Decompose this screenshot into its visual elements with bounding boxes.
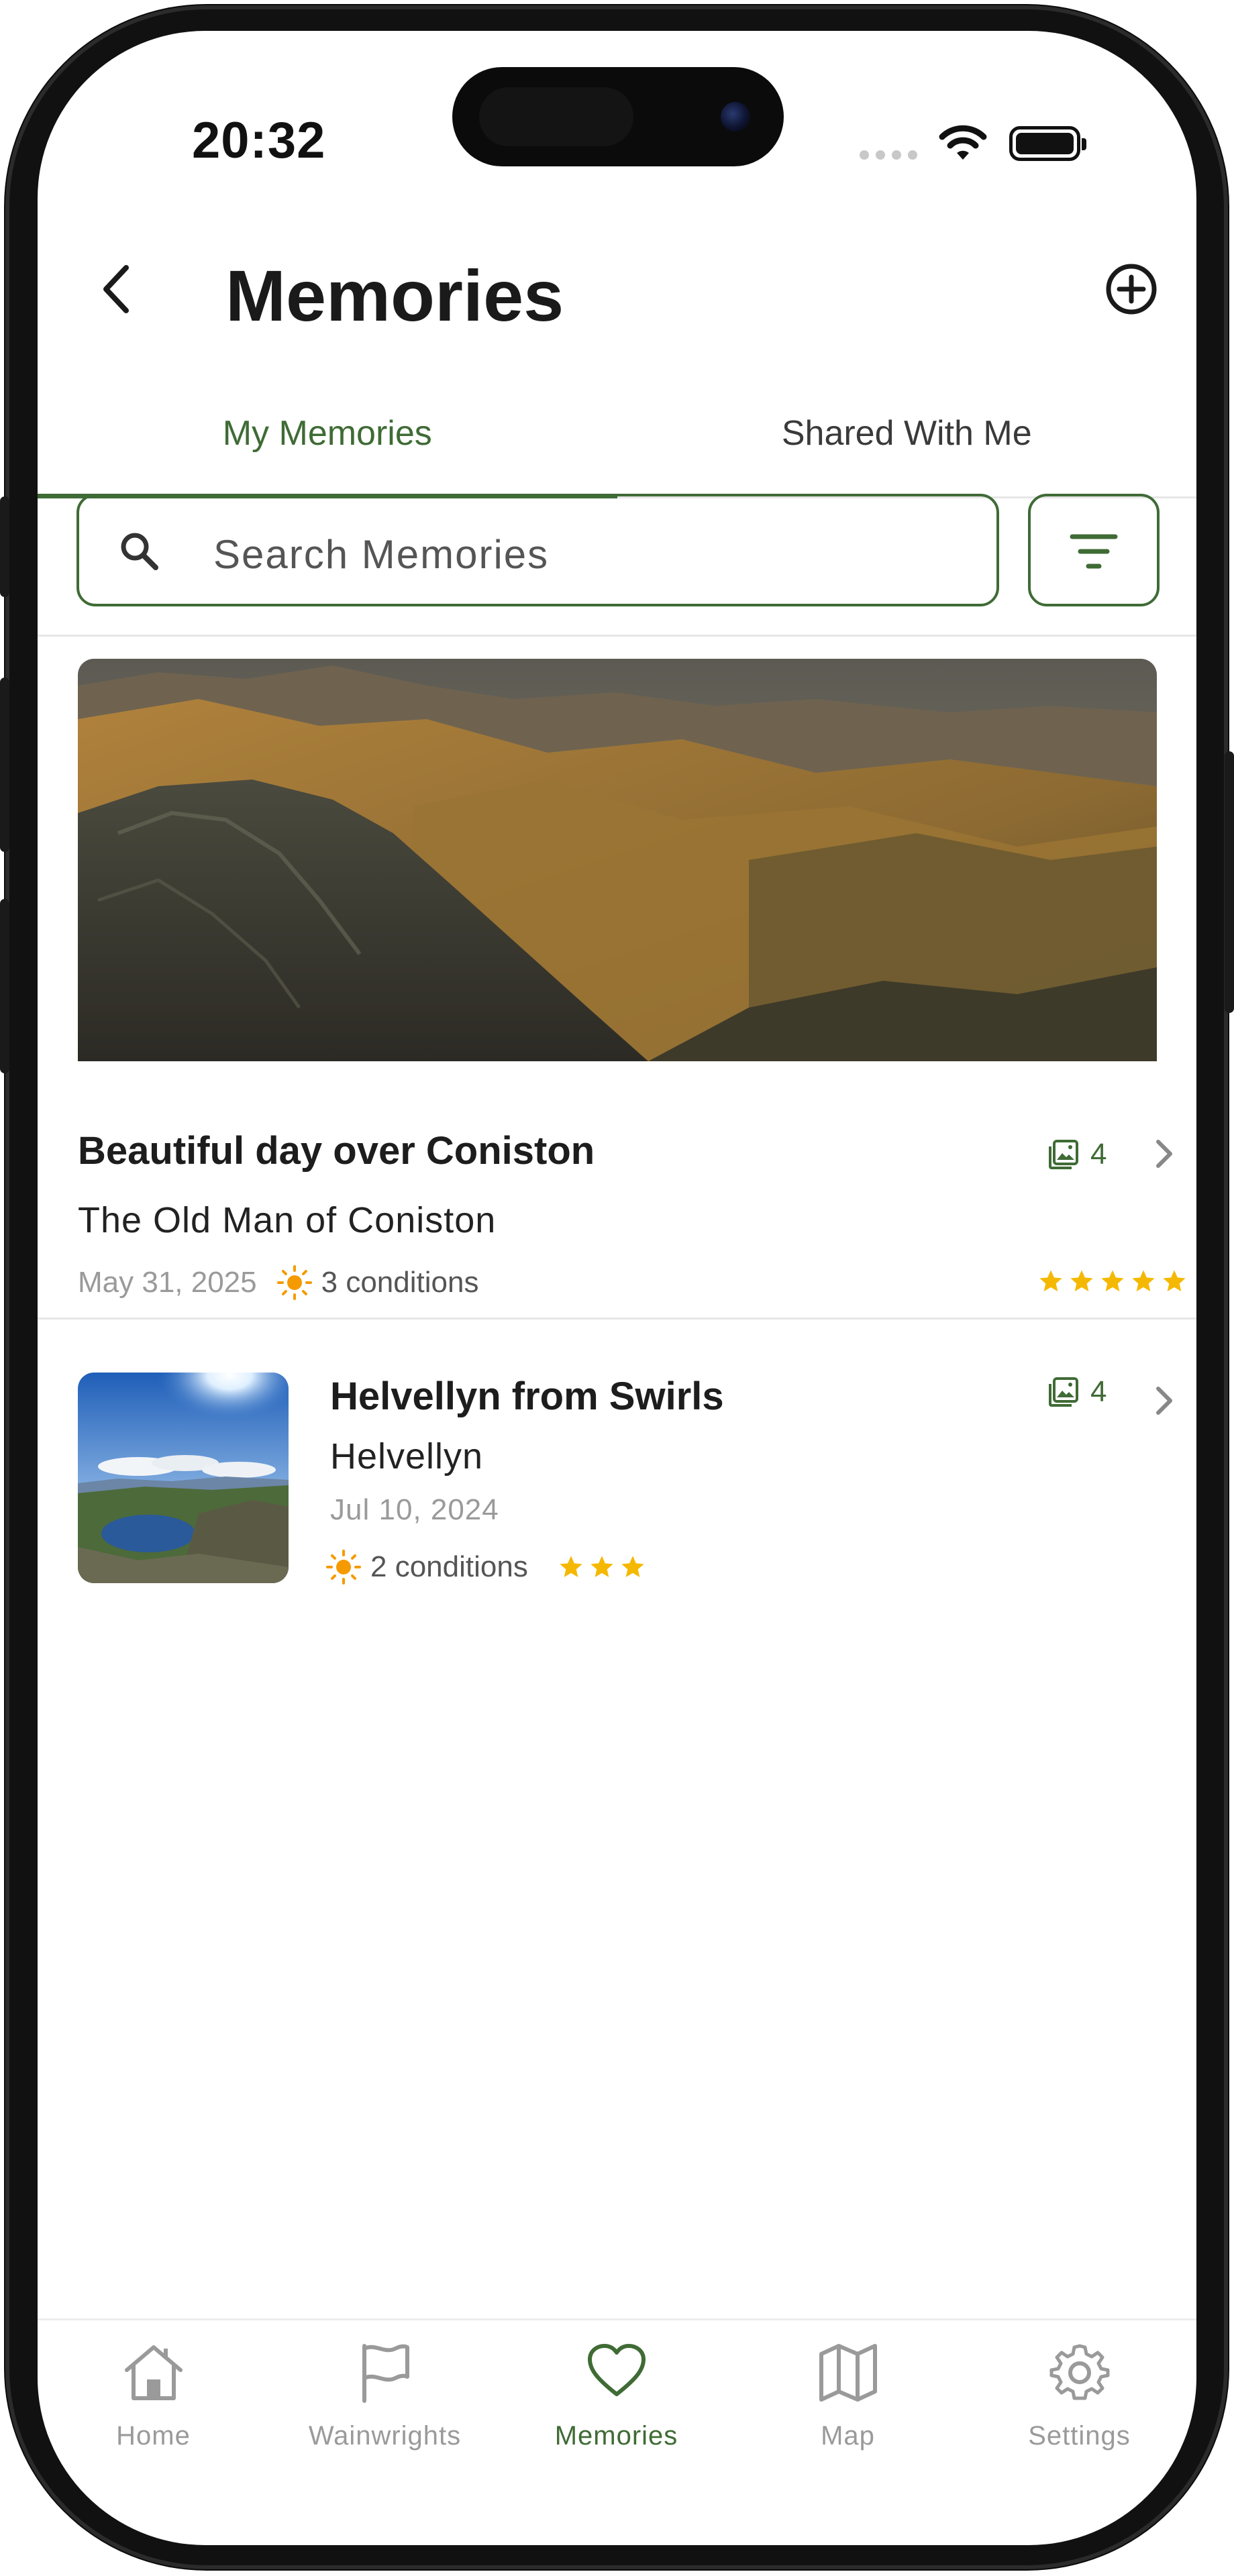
chevron-right-icon [1156,1140,1172,1168]
star-rating [558,1554,646,1580]
star-icon [621,1556,644,1577]
wifi-icon [939,125,987,160]
sun-icon [326,1550,361,1585]
star-rating [1037,1268,1188,1295]
memory-location: Helvellyn [330,1436,484,1477]
heart-icon [587,2344,646,2396]
header: Memories [38,212,1196,336]
tabbar-label: Settings [1028,2421,1131,2451]
conditions: 2 conditions [326,1550,528,1585]
tabbar-item-settings[interactable]: Settings [964,2320,1195,2475]
tabbar-label: Memories [554,2421,678,2451]
memory-photo [78,659,1157,1061]
memory-title: Beautiful day over Coniston [78,1129,595,1173]
divider [38,635,1196,637]
filter-icon [1070,534,1118,569]
star-icon [590,1556,613,1577]
conditions-label: 3 conditions [321,1266,479,1299]
back-chevron-icon[interactable] [91,262,145,316]
battery-icon [1009,126,1086,161]
silent-switch [0,496,9,597]
star-icon [1070,1270,1093,1291]
tabbar-item-memories[interactable]: Memories [501,2320,732,2475]
filter-button[interactable] [1028,494,1160,606]
memory-thumbnail [78,1373,289,1583]
home-icon [124,2345,183,2400]
tabbar-item-home[interactable]: Home [38,2320,269,2475]
star-icon [1163,1270,1186,1291]
chevron-right-icon [1156,1387,1172,1415]
memory-meta: May 31, 2025 3 conditions [78,1265,478,1300]
star-icon [1101,1270,1124,1291]
tabbar-label: Map [821,2421,875,2451]
tabbar-item-map[interactable]: Map [732,2320,964,2475]
memory-location: The Old Man of Coniston [78,1200,497,1240]
volume-down-button [0,899,9,1073]
tabbar-label: Wainwrights [308,2421,462,2451]
gear-icon [1049,2344,1109,2400]
memory-date: Jul 10, 2024 [330,1493,499,1526]
sun-icon [276,1265,312,1300]
conditions-label: 2 conditions [370,1550,528,1583]
status-bar: 20:32 [38,31,1196,169]
memory-meta: 2 conditions [326,1550,646,1585]
segment-tabs: My Memories Shared With Me [38,386,1196,498]
gallery-icon [1049,1140,1078,1169]
cellular-signal-icon [860,150,917,160]
page-title: Memories [225,255,564,336]
conditions: 3 conditions [276,1265,479,1300]
photo-count-value: 4 [1090,1375,1107,1408]
photo-count: 4 [1047,1375,1107,1409]
map-icon [819,2344,877,2402]
volume-up-button [0,678,9,852]
gallery-icon [1049,1377,1078,1407]
status-time: 20:32 [192,112,326,169]
star-icon [1132,1270,1155,1291]
memory-date: May 31, 2025 [78,1266,257,1299]
star-icon [1039,1270,1062,1291]
device-frame: 20:32 Memories My Memories Shared With M… [0,0,1234,2576]
divider [38,1318,1196,1320]
tab-my-memories[interactable]: My Memories [38,386,617,496]
search-input[interactable]: Search Memories [76,494,999,606]
memory-title: Helvellyn from Swirls [330,1375,724,1418]
add-memory-icon[interactable] [1104,262,1158,316]
star-icon [560,1556,582,1577]
power-button [1225,751,1234,1013]
flag-icon [362,2344,409,2403]
screen: 20:32 Memories My Memories Shared With M… [38,31,1196,2545]
search-icon [121,533,158,570]
tab-shared-with-me[interactable]: Shared With Me [617,386,1197,496]
photo-count: 4 [1047,1138,1107,1171]
tabbar-label: Home [116,2421,191,2451]
search-placeholder: Search Memories [213,532,550,577]
tabbar-item-wainwrights[interactable]: Wainwrights [269,2320,501,2475]
photo-count-value: 4 [1090,1138,1107,1171]
bottom-tab-bar: Home Wainwrights Memories Map Settings [38,2318,1196,2475]
